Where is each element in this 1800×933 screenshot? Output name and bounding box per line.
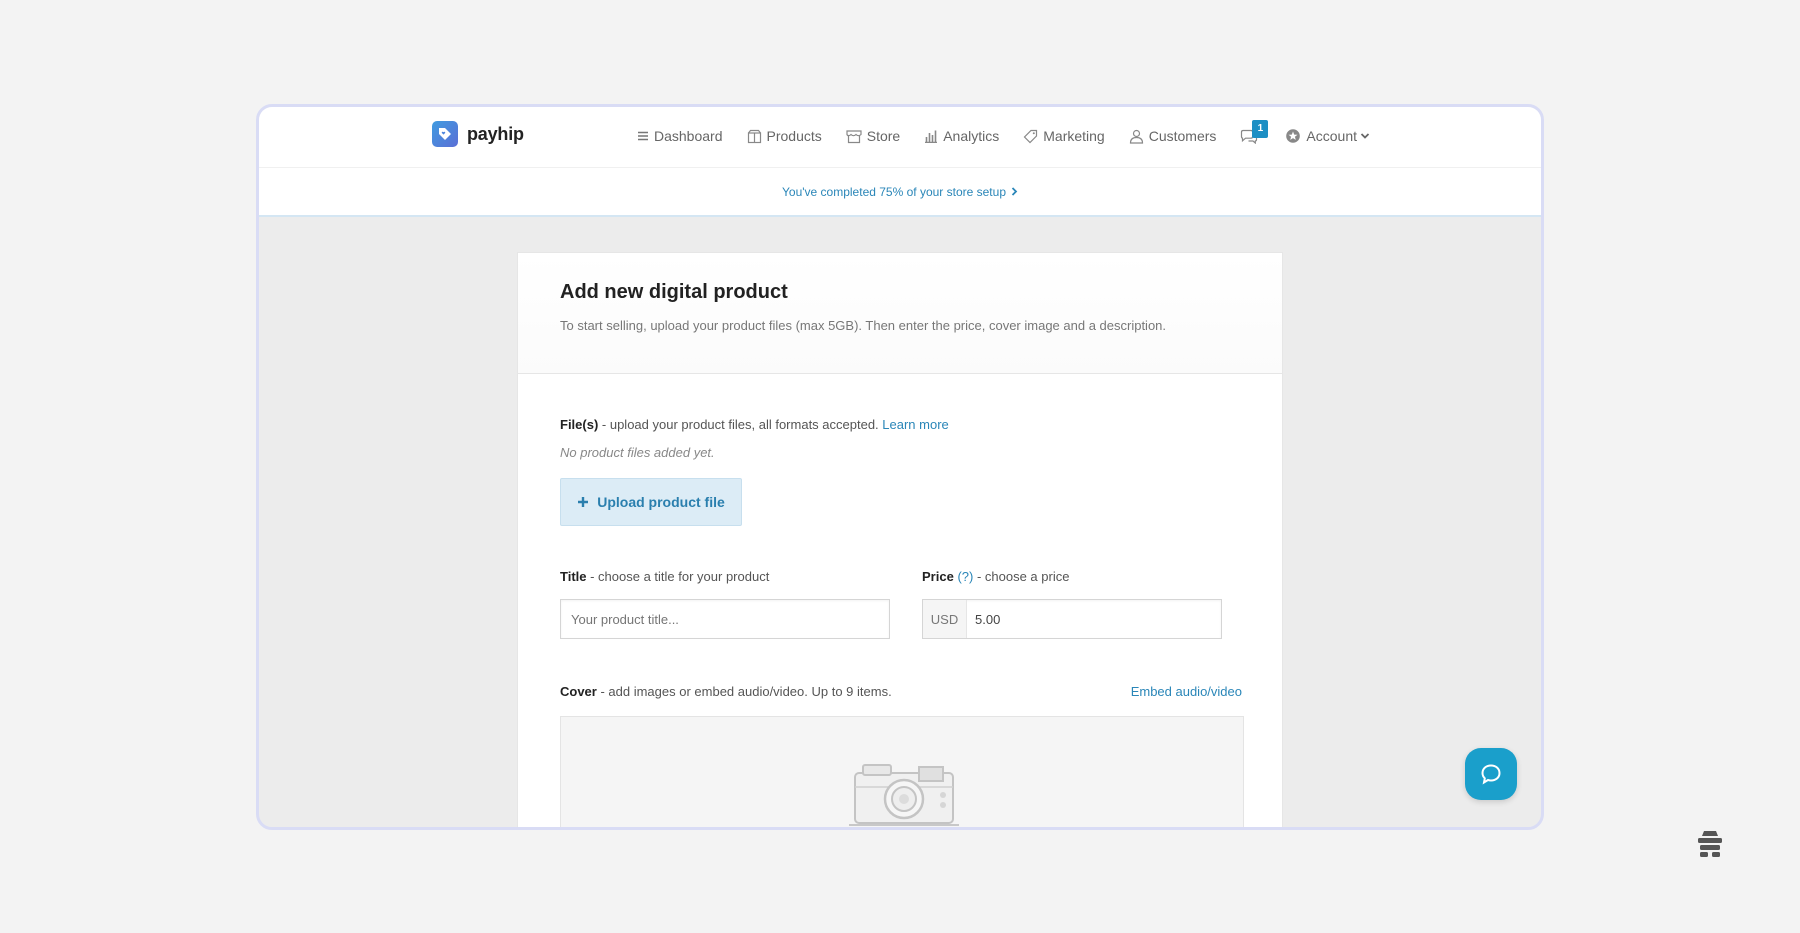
recorder-watermark-icon [1698, 831, 1722, 857]
title-hint: - choose a title for your product [586, 569, 770, 584]
page-subtitle: To start selling, upload your product fi… [560, 318, 1167, 333]
setup-progress-bar: You've completed 75% of your store setup [259, 168, 1541, 217]
tag-icon [1023, 129, 1038, 143]
camera-icon [849, 764, 959, 826]
list-icon [638, 131, 648, 141]
nav-customers[interactable]: Customers [1129, 128, 1217, 144]
embed-audio-video-link[interactable]: Embed audio/video [1131, 684, 1242, 699]
main-nav: Dashboard Products Store Analytics Marke… [637, 119, 1394, 150]
app-window: payhip Dashboard Products Store Analytic… [256, 104, 1544, 830]
upload-button-label: Upload product file [597, 494, 725, 510]
price-hint: - choose a price [973, 569, 1070, 584]
page-title: Add new digital product [560, 281, 788, 303]
tag-heart-icon [432, 121, 458, 147]
learn-more-link[interactable]: Learn more [882, 417, 948, 432]
nav-messages[interactable]: 1 [1240, 119, 1269, 144]
nav-store-label: Store [866, 128, 901, 144]
title-input[interactable] [571, 611, 879, 627]
title-label: Title [560, 569, 587, 584]
price-label-row: Price (?) - choose a price [922, 569, 1069, 584]
cover-label-row: Cover - add images or embed audio/video.… [560, 684, 892, 699]
cover-dropzone[interactable] [560, 716, 1244, 827]
nav-marketing-label: Marketing [1043, 128, 1105, 144]
cover-label: Cover [560, 684, 597, 699]
currency-label: USD [923, 600, 967, 638]
nav-account[interactable]: Account [1285, 128, 1370, 144]
nav-dashboard[interactable]: Dashboard [637, 128, 723, 144]
nav-analytics[interactable]: Analytics [924, 128, 999, 144]
setup-progress-link[interactable]: You've completed 75% of your store setup [782, 185, 1018, 199]
title-label-row: Title - choose a title for your product [560, 569, 769, 584]
cover-hint: - add images or embed audio/video. Up to… [596, 684, 892, 699]
nav-store[interactable]: Store [846, 128, 900, 144]
price-input[interactable]: 5.00 [967, 612, 1000, 627]
price-field[interactable]: USD 5.00 [922, 599, 1222, 639]
store-icon [846, 129, 862, 143]
chat-icon [1481, 764, 1501, 785]
plus-icon [578, 497, 589, 507]
bar-chart-icon [925, 130, 938, 143]
card-header: Add new digital product To start selling… [518, 253, 1282, 374]
brand-name: payhip [467, 123, 524, 144]
nav-products[interactable]: Products [747, 128, 822, 144]
upload-product-file-button[interactable]: Upload product file [560, 478, 742, 526]
box-icon [747, 129, 761, 143]
chevron-down-icon [1360, 133, 1370, 139]
nav-dashboard-label: Dashboard [654, 128, 723, 144]
price-label: Price [922, 569, 954, 584]
title-field [560, 599, 890, 639]
account-badge-icon [1286, 129, 1301, 143]
chevron-right-icon [1011, 187, 1018, 196]
files-label-row: File(s) - upload your product files, all… [560, 417, 949, 432]
no-files-note: No product files added yet. [560, 445, 715, 460]
nav-customers-label: Customers [1148, 128, 1217, 144]
user-icon [1129, 129, 1143, 144]
price-help-link[interactable]: (?) [957, 569, 973, 584]
add-product-card: Add new digital product To start selling… [517, 252, 1283, 827]
nav-marketing[interactable]: Marketing [1023, 128, 1105, 144]
files-label: File(s) [560, 417, 599, 432]
support-chat-button[interactable] [1465, 748, 1517, 800]
setup-progress-text: You've completed 75% of your store setup [782, 184, 1006, 199]
top-navigation: payhip Dashboard Products Store Analytic… [259, 107, 1541, 168]
messages-badge: 1 [1252, 119, 1269, 138]
nav-account-label: Account [1306, 128, 1357, 144]
nav-products-label: Products [766, 128, 822, 144]
payhip-logo[interactable]: payhip [432, 121, 524, 147]
files-hint: - upload your product files, all formats… [598, 417, 883, 432]
nav-analytics-label: Analytics [943, 128, 1000, 144]
